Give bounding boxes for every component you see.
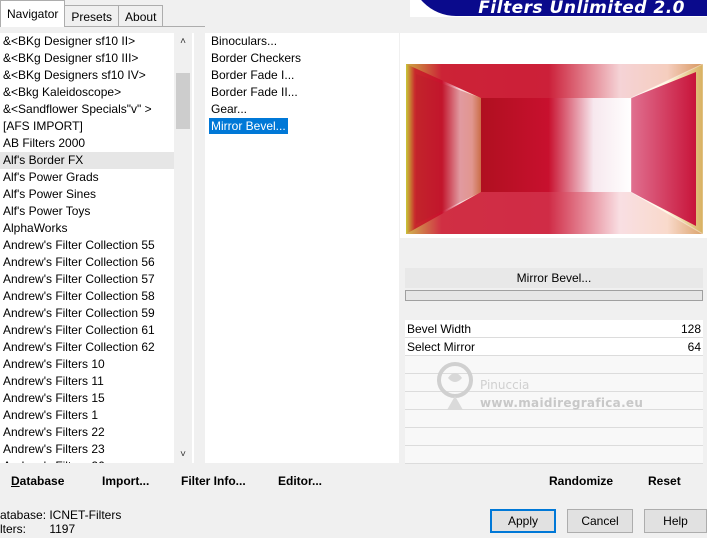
control-empty-slot [405, 356, 703, 374]
filter-name-display: Mirror Bevel... [405, 268, 703, 288]
category-list[interactable]: &<BKg Designer sf10 II> &<BKg Designer sf… [0, 33, 194, 463]
filter-item-label: Border Fade I... [211, 68, 295, 82]
status-filters-label: lters: [0, 522, 27, 536]
category-item[interactable]: Andrew's Filters 26 [0, 458, 174, 463]
control-empty-slot [405, 410, 703, 428]
status-database-label: atabase: [0, 508, 47, 522]
tab-strip: Navigator Presets About [0, 0, 164, 27]
banner-title: Filters Unlimited 2.0 [478, 0, 685, 17]
control-empty-slot [405, 374, 703, 392]
control-select-mirror[interactable]: Select Mirror 64 [405, 338, 703, 356]
tab-about[interactable]: About [118, 5, 164, 27]
filter-item[interactable]: Border Fade II... [205, 84, 399, 101]
category-item[interactable]: Andrew's Filter Collection 58 [0, 288, 174, 305]
import-button[interactable]: Import... [102, 474, 149, 488]
category-scrollbar[interactable]: ˄ ˅ [174, 33, 192, 463]
category-item[interactable]: Andrew's Filters 1 [0, 407, 174, 424]
database-button[interactable]: Database [11, 474, 64, 488]
tab-navigator[interactable]: Navigator [0, 0, 66, 27]
filter-info-button[interactable]: Filter Info... [181, 474, 246, 488]
control-empty-slot [405, 446, 703, 464]
category-item[interactable]: Andrew's Filters 22 [0, 424, 174, 441]
reset-button[interactable]: Reset [648, 474, 681, 488]
category-item[interactable]: &<Sandflower Specials"v" > [0, 101, 174, 118]
filter-item[interactable]: Mirror Bevel... [205, 118, 399, 135]
preview-image [406, 64, 703, 234]
scroll-down-icon[interactable]: ˅ [174, 446, 192, 463]
database-button-label: atabase [19, 474, 65, 488]
category-item[interactable]: Alf's Power Toys [0, 203, 174, 220]
filter-item-label: Gear... [211, 102, 248, 116]
preview-panel [400, 33, 707, 238]
cancel-button[interactable]: Cancel [567, 509, 633, 533]
control-empty-slot [405, 428, 703, 446]
progress-bar [405, 290, 703, 301]
category-item[interactable]: &<BKg Designer sf10 II> [0, 33, 174, 50]
category-item[interactable]: AlphaWorks [0, 220, 174, 237]
category-item[interactable]: Andrew's Filters 15 [0, 390, 174, 407]
filters-unlimited-window: Navigator Presets About Filters Unlimite… [0, 0, 707, 538]
control-label: Bevel Width [407, 321, 472, 336]
editor-button[interactable]: Editor... [278, 474, 322, 488]
category-item[interactable]: Andrew's Filter Collection 56 [0, 254, 174, 271]
category-item[interactable]: Andrew's Filter Collection 57 [0, 271, 174, 288]
filter-controls: Bevel Width 128 Select Mirror 64 [405, 320, 703, 464]
category-item[interactable]: Andrew's Filters 10 [0, 356, 174, 373]
category-item[interactable]: Andrew's Filters 11 [0, 373, 174, 390]
category-item[interactable]: &<Bkg Kaleidoscope> [0, 84, 174, 101]
filter-item[interactable]: Border Checkers [205, 50, 399, 67]
category-item[interactable]: &<BKg Designer sf10 III> [0, 50, 174, 67]
category-item[interactable]: &<BKg Designers sf10 IV> [0, 67, 174, 84]
status-database: atabase: ICNET-Filters [0, 508, 121, 522]
category-item[interactable]: Andrew's Filter Collection 62 [0, 339, 174, 356]
apply-button[interactable]: Apply [490, 509, 556, 533]
randomize-button[interactable]: Randomize [549, 474, 613, 488]
filter-item[interactable]: Binoculars... [205, 33, 399, 50]
control-bevel-width[interactable]: Bevel Width 128 [405, 320, 703, 338]
category-item[interactable]: [AFS IMPORT] [0, 118, 174, 135]
filter-item[interactable]: Gear... [205, 101, 399, 118]
category-item[interactable]: Andrew's Filters 23 [0, 441, 174, 458]
category-items: &<BKg Designer sf10 II> &<BKg Designer sf… [0, 33, 174, 463]
scroll-thumb[interactable] [176, 73, 190, 129]
status-filters: lters: 1197 [0, 522, 75, 536]
category-item[interactable]: AB Filters 2000 [0, 135, 174, 152]
app-banner: Filters Unlimited 2.0 [410, 0, 707, 17]
tab-presets[interactable]: Presets [64, 5, 120, 27]
filter-item[interactable]: Border Fade I... [205, 67, 399, 84]
filter-item-label: Border Fade II... [211, 85, 298, 99]
filter-item-label: Border Checkers [211, 51, 302, 65]
category-item[interactable]: Andrew's Filter Collection 61 [0, 322, 174, 339]
scroll-up-icon[interactable]: ˄ [174, 33, 192, 50]
filter-list[interactable]: Binoculars... Border Checkers Border Fade … [205, 33, 399, 463]
category-item[interactable]: Andrew's Filter Collection 55 [0, 237, 174, 254]
control-value[interactable]: 64 [688, 340, 701, 354]
category-item[interactable]: Alf's Border FX [0, 152, 174, 169]
filter-item-label: Mirror Bevel... [209, 118, 288, 134]
category-item[interactable]: Alf's Power Grads [0, 169, 174, 186]
category-item[interactable]: Andrew's Filter Collection 59 [0, 305, 174, 322]
help-button[interactable]: Help [644, 509, 707, 533]
control-value[interactable]: 128 [681, 322, 701, 336]
control-label: Select Mirror [407, 339, 476, 354]
status-filters-value: 1197 [49, 522, 76, 536]
category-item[interactable]: Alf's Power Sines [0, 186, 174, 203]
control-empty-slot [405, 392, 703, 410]
status-database-value: ICNET-Filters [49, 508, 122, 522]
filter-item-label: Binoculars... [211, 34, 278, 48]
